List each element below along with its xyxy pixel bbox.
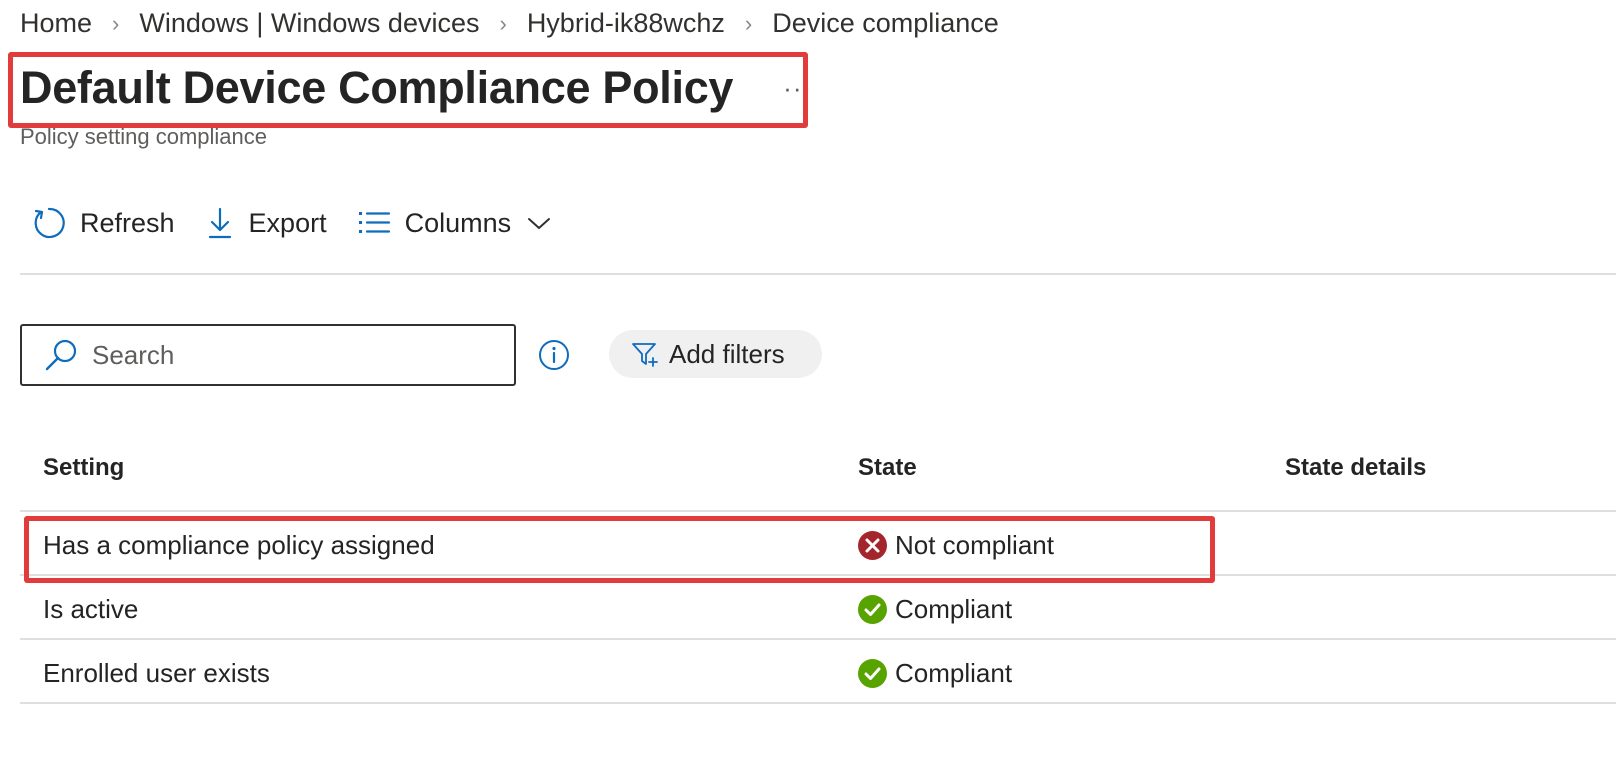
info-icon[interactable] [538, 339, 570, 371]
columns-button[interactable]: Columns [357, 208, 552, 239]
state-label: Compliant [895, 594, 1013, 624]
error-circle-icon [858, 531, 887, 560]
search-box[interactable] [20, 324, 516, 386]
column-header-state-details[interactable]: State details [1285, 454, 1426, 482]
chevron-right-icon: › [499, 10, 507, 36]
setting-cell: Is active [43, 594, 139, 624]
search-input[interactable] [92, 339, 472, 371]
refresh-label: Refresh [80, 207, 175, 238]
export-label: Export [248, 207, 327, 238]
chevron-right-icon: › [112, 10, 120, 36]
more-options-button[interactable]: ··· [783, 73, 812, 104]
download-icon [208, 207, 231, 239]
breadcrumb-home[interactable]: Home [20, 8, 92, 39]
chevron-down-icon [528, 218, 551, 229]
row-divider [20, 638, 1616, 640]
add-filters-label: Add filters [669, 338, 785, 369]
row-divider [20, 574, 1616, 576]
columns-label: Columns [404, 207, 512, 238]
column-header-state[interactable]: State [858, 454, 917, 482]
state-cell: Compliant [858, 594, 1012, 625]
command-bar: Refresh Export Columns [32, 206, 581, 240]
add-filter-icon [632, 343, 658, 367]
add-filters-button[interactable]: Add filters [609, 330, 822, 378]
state-label: Not compliant [895, 530, 1054, 560]
setting-cell: Has a compliance policy assigned [43, 530, 435, 560]
check-circle-icon [858, 659, 887, 688]
breadcrumb: Home › Windows | Windows devices › Hybri… [20, 8, 999, 39]
state-cell: Compliant [858, 658, 1012, 689]
page: Home › Windows | Windows devices › Hybri… [0, 0, 1616, 778]
breadcrumb-device-compliance[interactable]: Device compliance [772, 8, 999, 39]
refresh-button[interactable]: Refresh [32, 206, 175, 240]
page-title: Default Device Compliance Policy [20, 62, 734, 113]
state-cell: Not compliant [858, 530, 1054, 561]
state-label: Compliant [895, 658, 1013, 688]
export-button[interactable]: Export [205, 206, 327, 240]
column-header-setting[interactable]: Setting [43, 454, 124, 482]
row-divider [20, 702, 1616, 704]
title-bar: Default Device Compliance Policy ··· [20, 62, 812, 114]
chevron-right-icon: › [744, 10, 753, 36]
refresh-icon [34, 207, 65, 239]
setting-cell: Enrolled user exists [43, 658, 270, 688]
search-icon [45, 339, 77, 371]
page-subtitle: Policy setting compliance [20, 124, 268, 149]
breadcrumb-device[interactable]: Hybrid-ik88wchz [527, 8, 725, 39]
toolbar-divider [20, 273, 1616, 275]
header-divider [20, 510, 1616, 512]
columns-list-icon [358, 212, 390, 233]
check-circle-icon [858, 595, 887, 624]
breadcrumb-windows-devices[interactable]: Windows | Windows devices [139, 8, 479, 39]
